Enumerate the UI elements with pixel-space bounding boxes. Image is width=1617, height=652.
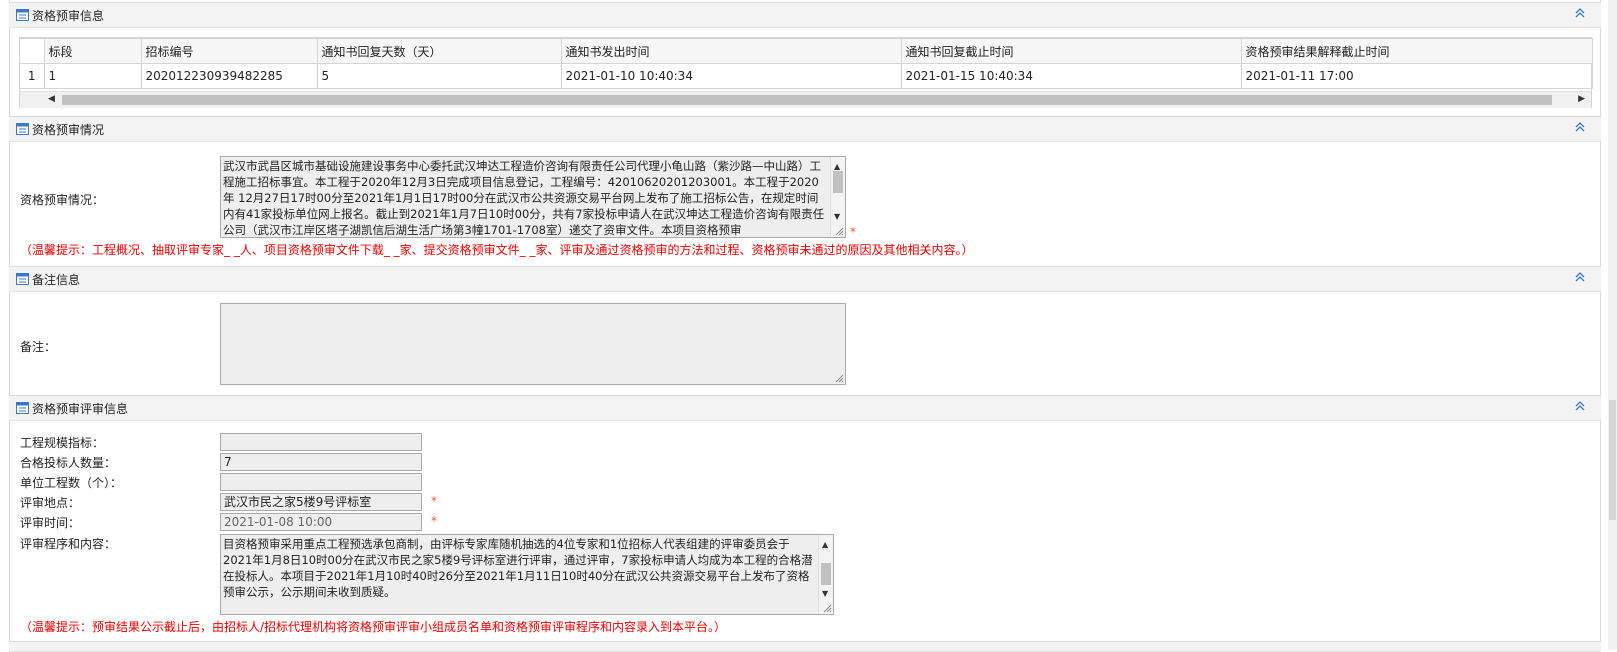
scroll-left-icon[interactable]: ◀	[48, 94, 55, 104]
frame-left-border	[9, 0, 10, 650]
grid-horizontal-scrollbar[interactable]: ◀ ▶	[20, 91, 1591, 108]
review-tip: （温馨提示：预审结果公示截止后，由招标人/招标代理机构将资格预审评审小组成员名单…	[20, 620, 727, 634]
page-vertical-scrollbar[interactable]	[1608, 0, 1617, 650]
table-cell: 2021-01-15 10:40:34	[901, 63, 1242, 89]
remarks-textarea[interactable]	[220, 303, 846, 385]
resize-grip-icon[interactable]	[823, 604, 832, 613]
column-header[interactable]: 招标编号	[141, 38, 318, 64]
section-title: 备注信息	[32, 273, 81, 287]
section-header-review-info: 资格预审评审信息	[9, 395, 1601, 421]
textarea-scrollbar[interactable]: ▲ ▼	[830, 157, 845, 237]
table-cell: 2021-01-10 10:40:34	[561, 63, 902, 89]
scroll-down-icon[interactable]: ▼	[822, 586, 828, 602]
resize-grip-icon[interactable]	[835, 227, 844, 236]
scroll-right-icon[interactable]: ▶	[1578, 94, 1585, 104]
situation-label: 资格预审情况：	[20, 193, 105, 207]
frame-right-border	[1600, 0, 1601, 650]
scrollbar-thumb[interactable]	[62, 95, 1552, 105]
scrollbar-thumb[interactable]	[1609, 400, 1616, 520]
collapse-icon[interactable]	[1573, 6, 1587, 20]
review-process-textarea[interactable]: 目资格预审采用重点工程预选承包商制，由评标专家库随机抽选的4位专家和1位招标人代…	[220, 534, 834, 615]
situation-text: 武汉市武昌区城市基础设施建设事务中心委托武汉坤达工程造价咨询有限责任公司代理小龟…	[223, 159, 825, 237]
form-icon	[16, 9, 29, 21]
review-process-text: 目资格预审采用重点工程预选承包商制，由评标专家库随机抽选的4位专家和1位招标人代…	[223, 537, 813, 599]
row-number-header	[20, 38, 45, 64]
table-cell: 2021-01-11 17:00	[1241, 63, 1593, 89]
scroll-down-icon[interactable]: ▼	[834, 209, 840, 225]
collapse-icon[interactable]	[1573, 270, 1587, 284]
section-header-qual-situation: 资格预审情况	[9, 116, 1601, 142]
required-mark: *	[850, 225, 856, 239]
qualified-bidders-label: 合格投标人数量：	[20, 456, 117, 470]
form-icon	[16, 402, 29, 414]
row-number: 1	[20, 63, 45, 89]
situation-textarea[interactable]: 武汉市武昌区城市基础设施建设事务中心委托武汉坤达工程造价咨询有限责任公司代理小龟…	[220, 156, 846, 238]
section-title: 资格预审信息	[32, 9, 105, 23]
review-time-input[interactable]: 2021-01-08 10:00	[220, 513, 422, 531]
table-row[interactable]: 1 1 202012230939482285 5 2021-01-10 10:4…	[20, 63, 1593, 89]
scale-indicator-input[interactable]	[220, 433, 422, 451]
review-process-label: 评审程序和内容：	[20, 537, 117, 551]
column-header[interactable]: 通知书发出时间	[561, 38, 902, 64]
scale-indicator-label: 工程规模指标：	[20, 436, 105, 450]
collapse-icon[interactable]	[1573, 120, 1587, 134]
scroll-up-icon[interactable]: ▲	[822, 537, 828, 553]
section-title: 资格预审情况	[32, 123, 105, 137]
scrollbar-thumb[interactable]	[833, 171, 843, 193]
scrollbar-thumb[interactable]	[821, 563, 831, 585]
resize-grip-icon[interactable]	[835, 374, 844, 383]
review-location-label: 评审地点：	[20, 496, 81, 510]
review-location-input[interactable]: 武汉市民之家5楼9号评标室	[220, 493, 422, 511]
column-header[interactable]: 通知书回复天数（天）	[317, 38, 562, 64]
textarea-scrollbar[interactable]: ▲ ▼	[818, 535, 833, 614]
table-cell: 1	[44, 63, 142, 89]
review-time-label: 评审时间：	[20, 516, 81, 530]
qual-info-grid: 标段 招标编号 通知书回复天数（天） 通知书发出时间 通知书回复截止时间 资格预…	[20, 38, 1593, 89]
remarks-label: 备注：	[20, 340, 57, 354]
column-header[interactable]: 标段	[44, 38, 142, 64]
form-icon	[16, 273, 29, 285]
form-icon	[16, 123, 29, 135]
qualified-bidders-input[interactable]: 7	[220, 453, 422, 471]
table-cell: 5	[317, 63, 562, 89]
section-header-remarks: 备注信息	[9, 266, 1601, 292]
column-header[interactable]: 资格预审结果解释截止时间	[1241, 38, 1593, 64]
unit-projects-input[interactable]	[220, 473, 422, 491]
section-header-qual-info: 资格预审信息	[9, 2, 1601, 28]
unit-projects-label: 单位工程数（个）：	[20, 476, 123, 490]
required-mark: *	[431, 494, 437, 508]
situation-tip: （温馨提示：工程概况、抽取评审专家_ _人、项目资格预审文件下载_ _家、提交资…	[20, 243, 974, 257]
collapse-icon[interactable]	[1573, 399, 1587, 413]
table-cell: 202012230939482285	[141, 63, 318, 89]
section-header-next	[9, 641, 1601, 652]
required-mark: *	[431, 514, 437, 528]
section-title: 资格预审评审信息	[32, 402, 129, 416]
grid-header-row: 标段 招标编号 通知书回复天数（天） 通知书发出时间 通知书回复截止时间 资格预…	[20, 38, 1593, 64]
column-header[interactable]: 通知书回复截止时间	[901, 38, 1242, 64]
